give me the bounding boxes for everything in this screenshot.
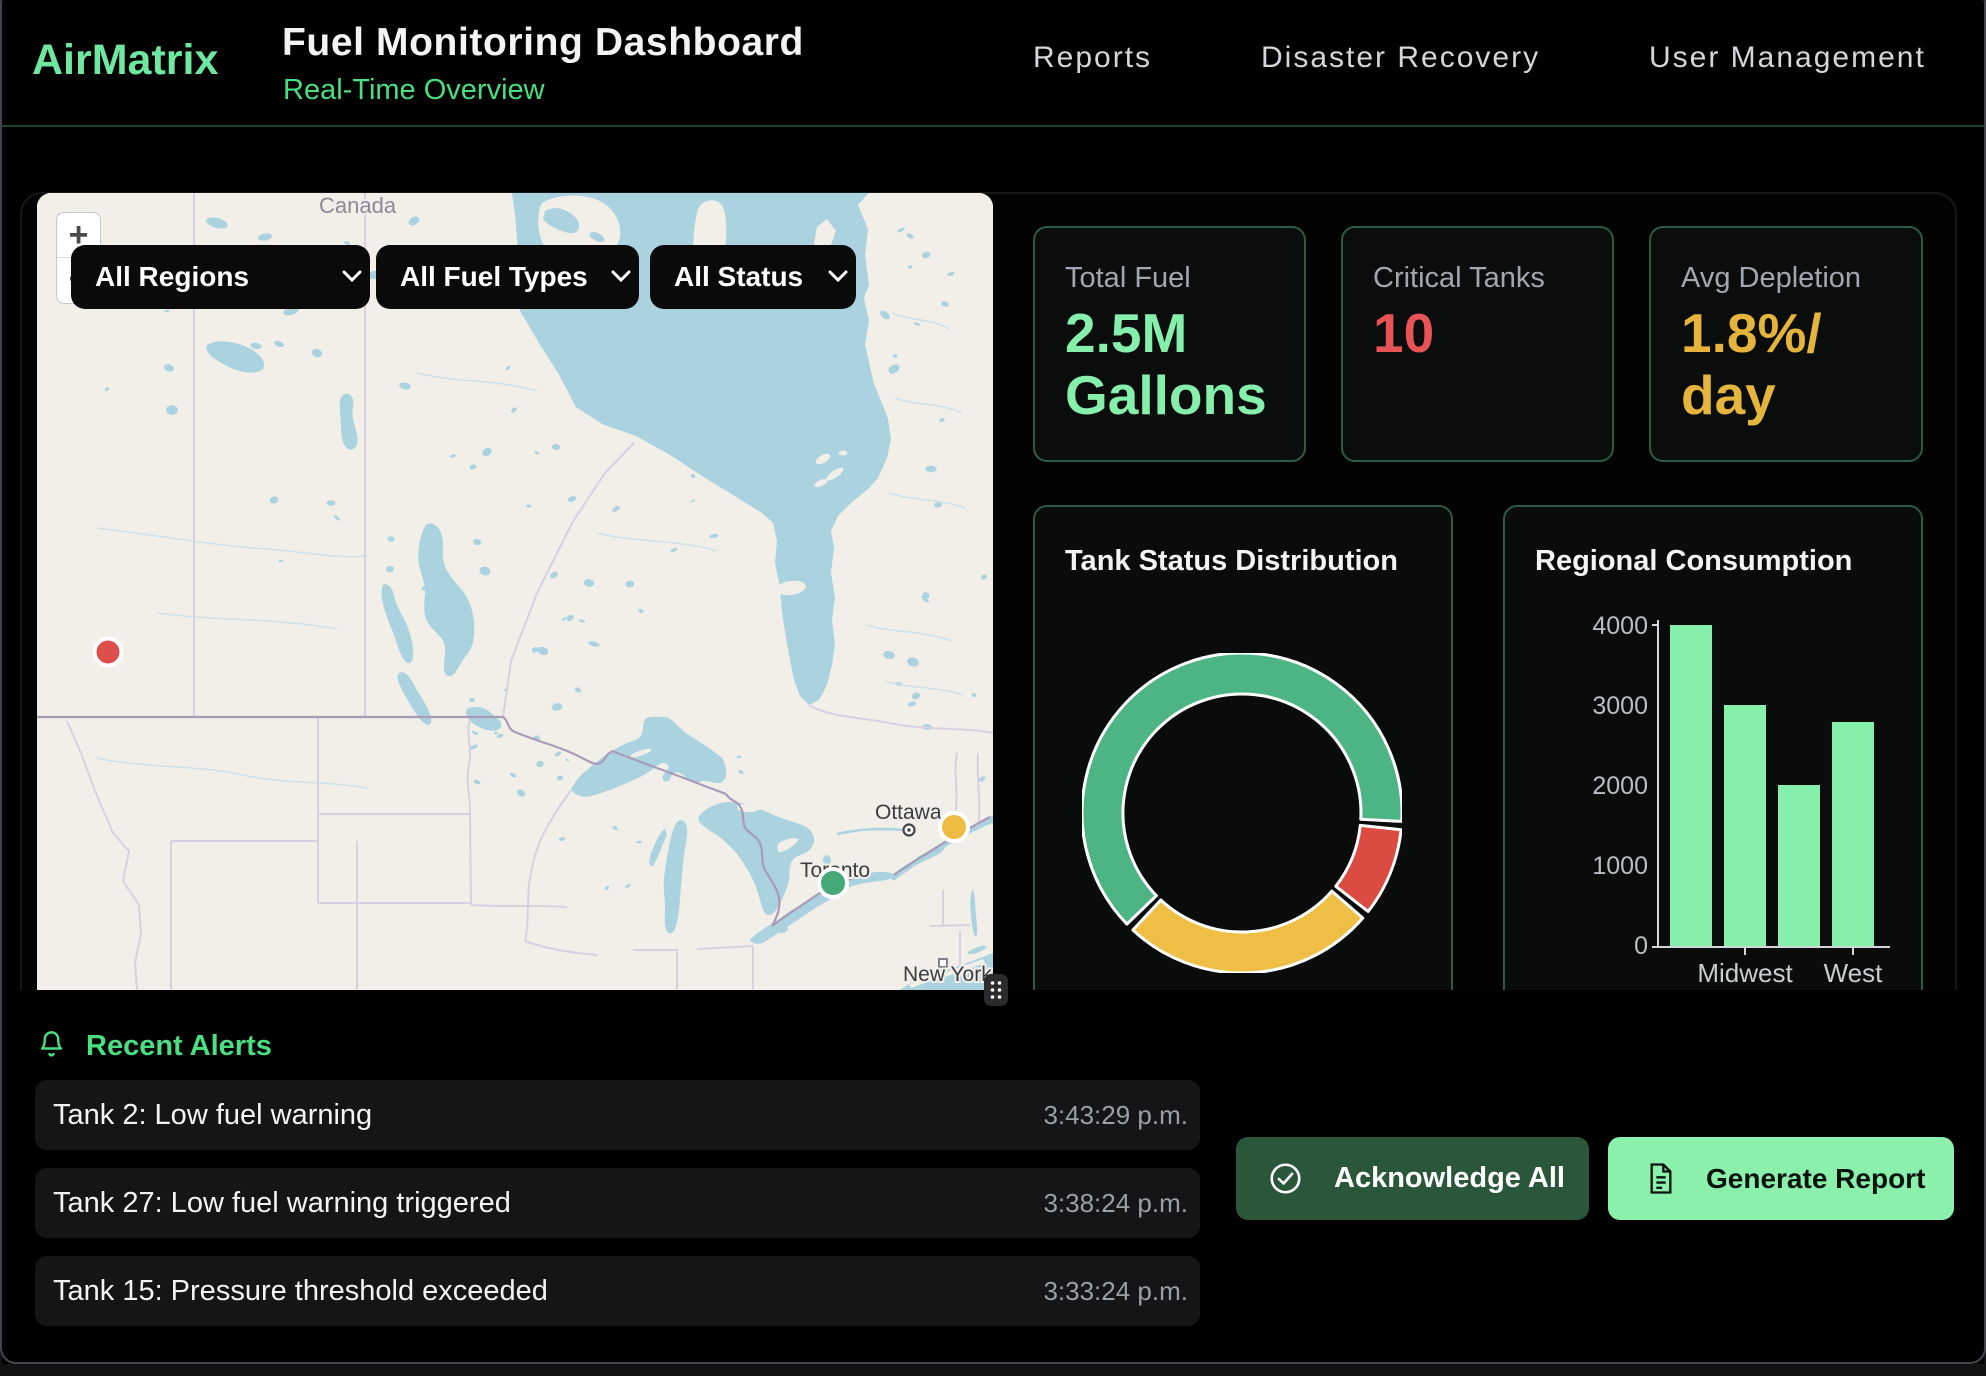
svg-text:Canada: Canada bbox=[319, 193, 397, 218]
svg-text:Ottawa: Ottawa bbox=[875, 801, 942, 824]
svg-text:3000: 3000 bbox=[1592, 692, 1648, 720]
svg-text:Midwest: Midwest bbox=[1697, 958, 1793, 988]
svg-text:4000: 4000 bbox=[1592, 612, 1648, 640]
svg-text:New York: New York bbox=[903, 963, 992, 986]
svg-text:2000: 2000 bbox=[1592, 772, 1648, 800]
svg-text:0: 0 bbox=[1634, 932, 1648, 960]
svg-text:1000: 1000 bbox=[1592, 852, 1648, 880]
svg-text:West: West bbox=[1824, 958, 1884, 988]
